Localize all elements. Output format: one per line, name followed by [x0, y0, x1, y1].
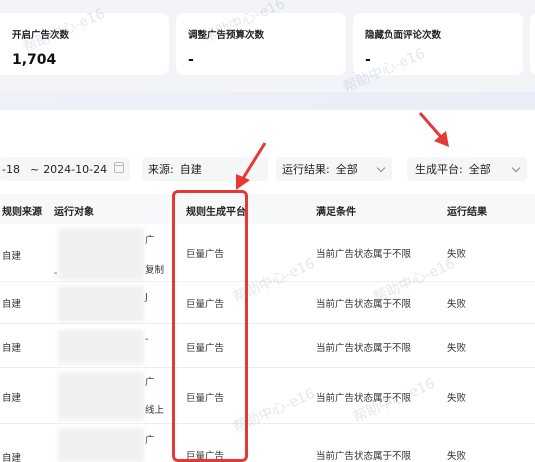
annotation-arrows — [236, 112, 449, 190]
arrow-to-platform-column — [236, 142, 267, 190]
arrow-to-platform-filter — [418, 112, 449, 147]
